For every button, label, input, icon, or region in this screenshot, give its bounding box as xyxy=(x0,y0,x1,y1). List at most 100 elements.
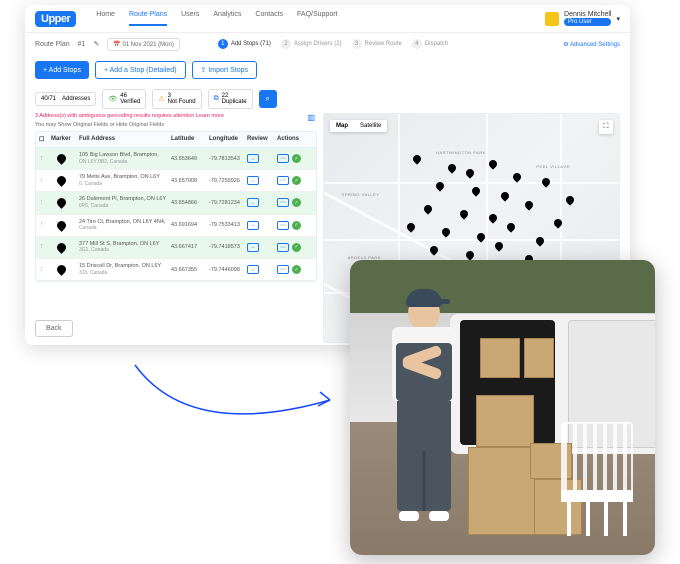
map-tab-map[interactable]: Map xyxy=(330,120,354,132)
date-picker[interactable]: 📅 01 Nov 2021 (Mon) xyxy=(107,38,180,51)
map-tab-satellite[interactable]: Satellite xyxy=(354,120,387,132)
lng-cell: -79.7446098 xyxy=(209,267,247,273)
drag-handle[interactable]: ⋮ xyxy=(39,178,51,184)
review-button[interactable]: ↔ xyxy=(247,243,259,252)
edit-icon[interactable]: ✎ xyxy=(93,40,99,48)
step-assign-drivers[interactable]: 2Assign Drivers (2) xyxy=(281,39,342,49)
verify-icon: ✓ xyxy=(292,176,301,185)
step-add-stops[interactable]: 1Add Stops (71) xyxy=(218,39,271,49)
drag-handle[interactable]: ⋮ xyxy=(39,222,51,228)
filter-duplicate[interactable]: ⧉22Duplicate xyxy=(208,89,253,109)
row-menu-button[interactable]: ⋯ xyxy=(277,265,289,274)
review-button[interactable]: ↔ xyxy=(247,221,259,230)
table-row[interactable]: ⋮ 15 Driscoll Dr, Brampton, ON L6Y3J3, C… xyxy=(36,259,316,281)
eye-icon: 👁 xyxy=(108,95,117,103)
lng-cell: -79.7813543 xyxy=(209,156,247,162)
verify-icon: ✓ xyxy=(292,221,301,230)
filter-bar: 40/71Addresses 👁46Verified ⚠3Not Found ⧉… xyxy=(25,85,630,113)
avatar xyxy=(545,12,559,26)
pin-icon xyxy=(55,263,68,276)
page-icon[interactable]: ▥ xyxy=(307,113,315,122)
step-review[interactable]: 3Review Route xyxy=(352,39,402,49)
pin-icon xyxy=(55,152,68,165)
arrow-illustration xyxy=(130,360,340,440)
nav-home[interactable]: Home xyxy=(96,11,115,26)
header: Upper Home Route Plans Users Analytics C… xyxy=(25,5,630,33)
lat-cell: 43.653649 xyxy=(171,156,209,162)
bottom-bar: Back xyxy=(35,317,73,337)
col-longitude: Longitude xyxy=(209,136,247,143)
map-area-label: SPRING VALLEY xyxy=(342,192,380,197)
filter-verified[interactable]: 👁46Verified xyxy=(102,89,146,109)
step-dispatch[interactable]: 4Dispatch xyxy=(412,39,448,49)
col-checkbox[interactable]: ☐ xyxy=(39,136,51,143)
nav-contacts[interactable]: Contacts xyxy=(255,11,283,26)
drag-handle[interactable]: ⋮ xyxy=(39,200,51,206)
pin-icon xyxy=(55,197,68,210)
nav-faq[interactable]: FAQ/Support xyxy=(297,11,337,26)
row-menu-button[interactable]: ⋯ xyxy=(277,154,289,163)
row-menu-button[interactable]: ⋯ xyxy=(277,198,289,207)
row-menu-button[interactable]: ⋯ xyxy=(277,176,289,185)
address-cell: 26 Dalemont Pl, Brampton, ON L6Y0P6, Can… xyxy=(79,196,171,209)
verify-icon: ✓ xyxy=(292,198,301,207)
search-icon: ⌕ xyxy=(265,94,269,104)
search-button[interactable]: ⌕ xyxy=(259,90,277,108)
table-row[interactable]: ⋮ 79 Metis Ave, Brampton, ON L6Y0, Canad… xyxy=(36,170,316,192)
add-stop-detailed-button[interactable]: + Add a Stop (Detailed) xyxy=(95,61,186,79)
nav-analytics[interactable]: Analytics xyxy=(213,11,241,26)
nav-users[interactable]: Users xyxy=(181,11,199,26)
pro-badge: Pro User xyxy=(564,18,611,26)
fullscreen-button[interactable]: ⛶ xyxy=(599,120,613,134)
back-button[interactable]: Back xyxy=(35,320,73,337)
address-cell: 377 Mill St S, Brampton, ON L6Y3G1, Cana… xyxy=(79,241,171,254)
table-row[interactable]: ⋮ 377 Mill St S, Brampton, ON L6Y3G1, Ca… xyxy=(36,237,316,259)
drag-handle[interactable]: ⋮ xyxy=(39,156,51,162)
drag-handle[interactable]: ⋮ xyxy=(39,267,51,273)
table-row[interactable]: ⋮ 24 Tiro Ct, Brampton, ON L6Y 4N4,Canad… xyxy=(36,215,316,237)
add-stops-button[interactable]: + Add Stops xyxy=(35,61,89,79)
review-button[interactable]: ↔ xyxy=(247,198,259,207)
address-panel: 3 Address(s) with ambiguous geocoding re… xyxy=(35,113,317,343)
lat-cell: 43.667355 xyxy=(171,267,209,273)
row-menu-button[interactable]: ⋯ xyxy=(277,243,289,252)
warning-icon: ⚠ xyxy=(158,95,164,103)
copy-icon: ⧉ xyxy=(214,95,219,103)
address-cell: 79 Metis Ave, Brampton, ON L6Y0, Canada xyxy=(79,174,171,187)
fields-hint: You may Show Original Fields or Hide Ori… xyxy=(35,122,317,128)
lng-cell: -79.7259926 xyxy=(209,178,247,184)
pin-icon xyxy=(55,241,68,254)
table-header: ☐ Marker Full Address Latitude Longitude… xyxy=(36,132,316,148)
pin-icon xyxy=(55,219,68,232)
table-row[interactable]: ⋮ 105 Big Lawson Blvd, Brampton,ON L6Y 0… xyxy=(36,148,316,170)
review-button[interactable]: ↔ xyxy=(247,154,259,163)
advanced-settings-link[interactable]: ⚙ Advanced Settings xyxy=(563,41,620,48)
subheader: Route Plan #1 ✎ 📅 01 Nov 2021 (Mon) 1Add… xyxy=(25,33,630,55)
review-button[interactable]: ↔ xyxy=(247,265,259,274)
fullscreen-icon: ⛶ xyxy=(604,123,609,131)
pin-icon xyxy=(55,174,68,187)
user-menu[interactable]: Dennis Mitchell Pro User ▾ xyxy=(545,11,620,26)
verify-icon: ✓ xyxy=(292,154,301,163)
col-actions: Actions xyxy=(277,136,313,143)
user-name: Dennis Mitchell xyxy=(564,11,611,18)
map-area-label: PEEL VILLAGE xyxy=(536,164,570,169)
col-review: Review xyxy=(247,136,277,143)
table-row[interactable]: ⋮ 26 Dalemont Pl, Brampton, ON L6Y0P6, C… xyxy=(36,192,316,214)
filter-addresses[interactable]: 40/71Addresses xyxy=(35,92,96,106)
map-area-label: HARTWINGTON PARK xyxy=(436,150,486,155)
drag-handle[interactable]: ⋮ xyxy=(39,244,51,250)
row-menu-button[interactable]: ⋯ xyxy=(277,221,289,230)
chevron-down-icon: ▾ xyxy=(616,15,620,23)
filter-not-found[interactable]: ⚠3Not Found xyxy=(152,89,201,109)
review-button[interactable]: ↔ xyxy=(247,176,259,185)
nav-route-plans[interactable]: Route Plans xyxy=(129,11,167,26)
hero-photo xyxy=(350,260,655,555)
lng-cell: -79.7281234 xyxy=(209,200,247,206)
lng-cell: -79.7418573 xyxy=(209,244,247,250)
import-stops-button[interactable]: ⇪ Import Stops xyxy=(192,61,258,79)
address-table: ☐ Marker Full Address Latitude Longitude… xyxy=(35,131,317,282)
lng-cell: -79.7533413 xyxy=(209,222,247,228)
wizard-steps: 1Add Stops (71) 2Assign Drivers (2) 3Rev… xyxy=(218,39,448,49)
lat-cell: 43.667417 xyxy=(171,244,209,250)
